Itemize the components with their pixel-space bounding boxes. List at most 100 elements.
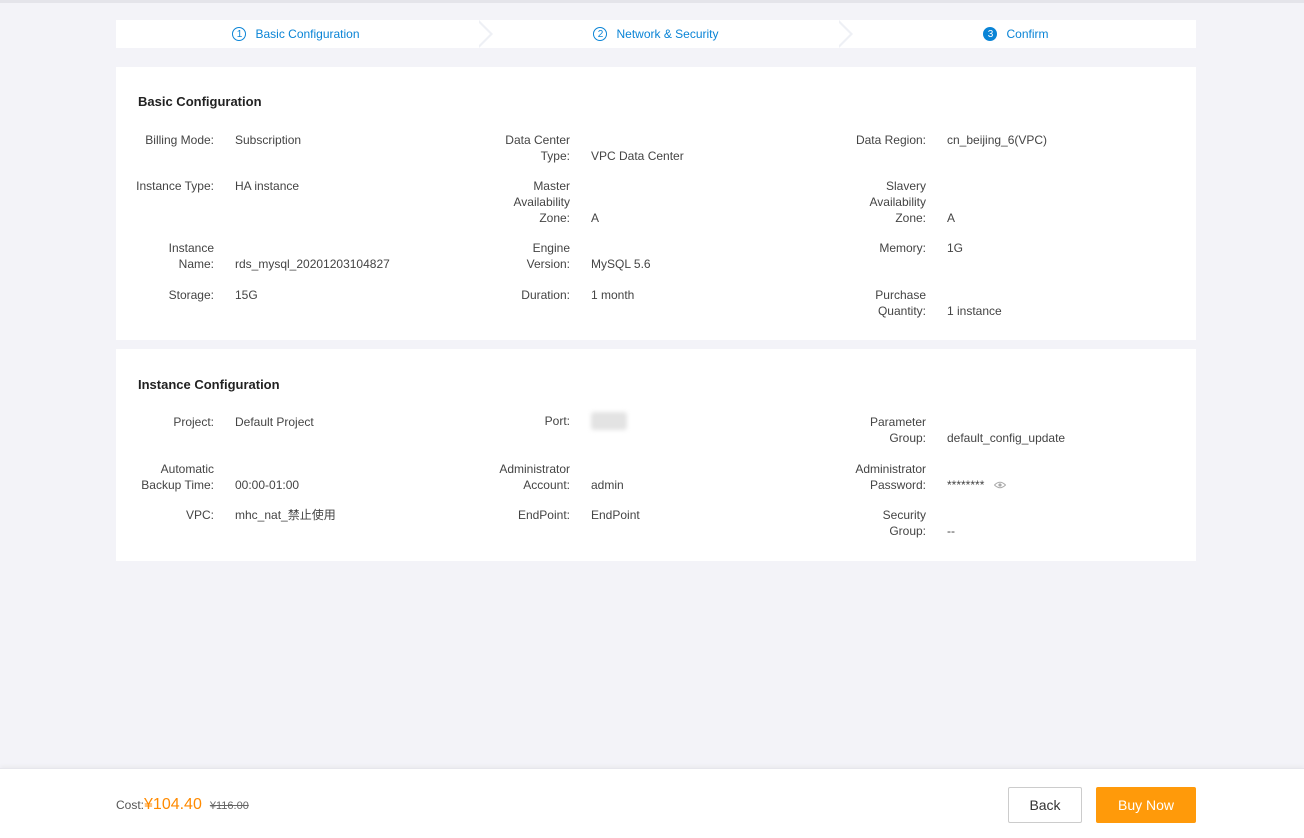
field-value: 15G (235, 288, 258, 302)
field-label-line: Project: (173, 415, 214, 429)
field-label-line: Master (533, 179, 570, 193)
data-region-field: Data Region: cn_beijing_6(VPC) (828, 132, 1047, 148)
field-label-line: Data Region: (855, 133, 926, 147)
field-label-line: Version: (526, 257, 570, 271)
field-label: Security Group: (828, 507, 926, 539)
field-label-line: Slavery (885, 179, 926, 193)
field-value: default_config_update (947, 431, 1066, 445)
field-label: Port: (472, 412, 570, 430)
purchase-quantity-field: Purchase Quantity: 1 instance (828, 287, 1002, 319)
admin-account-field: Administrator Account: admin (472, 461, 623, 493)
field-value: 1G (947, 241, 964, 255)
field-label-line: VPC: (185, 508, 214, 522)
field-value: cn_beijing_6(VPC) (947, 133, 1048, 147)
field-label: Engine Version: (472, 240, 570, 272)
step-chevron (836, 20, 850, 48)
field-label-line: Backup Time: (141, 478, 214, 492)
top-divider (0, 0, 1304, 3)
field-label-line: Account: (523, 478, 570, 492)
step-network-security[interactable]: 2 Network & Security (476, 20, 853, 48)
basic-configuration-card: Basic Configuration Billing Mode: Subscr… (116, 67, 1196, 340)
field-label: Duration: (472, 287, 570, 303)
field-label-line: Automatic (160, 462, 214, 476)
field-label-line: Data Center (505, 133, 570, 147)
field-value: ******** (947, 477, 1007, 493)
field-value: A (947, 211, 956, 225)
field-label-line: Group: (889, 524, 926, 538)
instance-type-field: Instance Type: HA instance (116, 178, 299, 194)
field-value: 1 month (591, 288, 635, 302)
field-label-line: Engine (532, 241, 570, 255)
field-label: Data Region: (828, 132, 926, 148)
field-value: mhc_nat_禁止使用 (235, 508, 336, 522)
field-label: Automatic Backup Time: (116, 461, 214, 493)
field-label-line: Parameter (869, 415, 926, 429)
step-label: Basic Configuration (255, 27, 360, 41)
field-label: Administrator Password: (828, 461, 926, 493)
field-label-line: Availability (869, 195, 926, 209)
field-value: -- (947, 524, 955, 538)
field-label-line: Instance (168, 241, 214, 255)
field-label-line: Administrator (855, 462, 926, 476)
field-value: rds_mysql_20201203104827 (235, 257, 390, 271)
field-value: 1 instance (947, 304, 1002, 318)
field-value: MySQL 5.6 (591, 257, 651, 271)
step-number: 2 (593, 27, 608, 41)
field-label-line: Security (882, 508, 926, 522)
field-value (591, 412, 627, 430)
field-value: HA instance (235, 179, 300, 193)
instance-name-field: Instance Name: rds_mysql_20201203104827 (116, 240, 390, 272)
backup-time-field: Automatic Backup Time: 00:00-01:00 (116, 461, 299, 493)
endpoint-field: EndPoint: EndPoint (472, 507, 640, 523)
port-field: Port: (472, 412, 627, 430)
field-label-line: Billing Mode: (145, 133, 214, 147)
step-number: 1 (232, 27, 247, 41)
cost-label: Cost: (116, 798, 145, 812)
field-label: Memory: (828, 240, 926, 256)
field-label-line: Group: (889, 431, 926, 445)
field-label: Administrator Account: (472, 461, 570, 493)
field-value: Default Project (235, 415, 314, 429)
instance-configuration-card: Instance Configuration Project: Default … (116, 349, 1196, 561)
field-label: Slavery Availability Zone: (828, 178, 926, 226)
field-label-line: Storage: (168, 288, 214, 302)
field-label-line: Memory: (879, 241, 926, 255)
back-button[interactable]: Back (1008, 787, 1082, 823)
security-group-field: Security Group: -- (828, 507, 955, 539)
step-label: Network & Security (616, 27, 719, 41)
billing-mode-field: Billing Mode: Subscription (116, 132, 301, 148)
step-label: Confirm (1006, 27, 1049, 41)
field-label-line: Zone: (895, 211, 926, 225)
slavery-zone-field: Slavery Availability Zone: A (828, 178, 956, 226)
data-center-type-field: Data Center Type: VPC Data Center (472, 132, 683, 164)
admin-password-field: Administrator Password: ******** (828, 461, 1007, 493)
field-label: Project: (116, 414, 214, 430)
field-label-line: Administrator (499, 462, 570, 476)
port-value-blurred (591, 412, 627, 430)
vpc-field: VPC: mhc_nat_禁止使用 (116, 507, 336, 523)
parameter-group-field: Parameter Group: default_config_update (828, 414, 1065, 446)
eye-icon[interactable] (994, 481, 1007, 489)
duration-field: Duration: 1 month (472, 287, 634, 303)
original-price: ¥116.00 (209, 800, 249, 812)
field-label-line: Duration: (521, 288, 570, 302)
step-basic-configuration[interactable]: 1 Basic Configuration (116, 20, 493, 48)
cost-price: ¥104.40 (144, 796, 202, 813)
step-confirm: 3 Confirm (836, 20, 1196, 48)
order-footer: Cost: ¥104.40 ¥116.00 Back Buy Now (0, 768, 1304, 838)
field-label: Storage: (116, 287, 214, 303)
field-label-line: Purchase (875, 288, 926, 302)
storage-field: Storage: 15G (116, 287, 258, 303)
master-zone-field: Master Availability Zone: A (472, 178, 600, 226)
field-label: Parameter Group: (828, 414, 926, 446)
step-number: 3 (983, 27, 998, 41)
field-label: Instance Type: (116, 178, 214, 194)
field-label-line: Port: (544, 414, 570, 428)
step-chevron (476, 20, 490, 48)
project-field: Project: Default Project (116, 414, 314, 430)
field-label: EndPoint: (472, 507, 570, 523)
field-value: 00:00-01:00 (235, 478, 300, 492)
buy-now-button[interactable]: Buy Now (1096, 787, 1196, 823)
field-value: A (591, 211, 600, 225)
field-label-line: Name: (178, 257, 214, 271)
